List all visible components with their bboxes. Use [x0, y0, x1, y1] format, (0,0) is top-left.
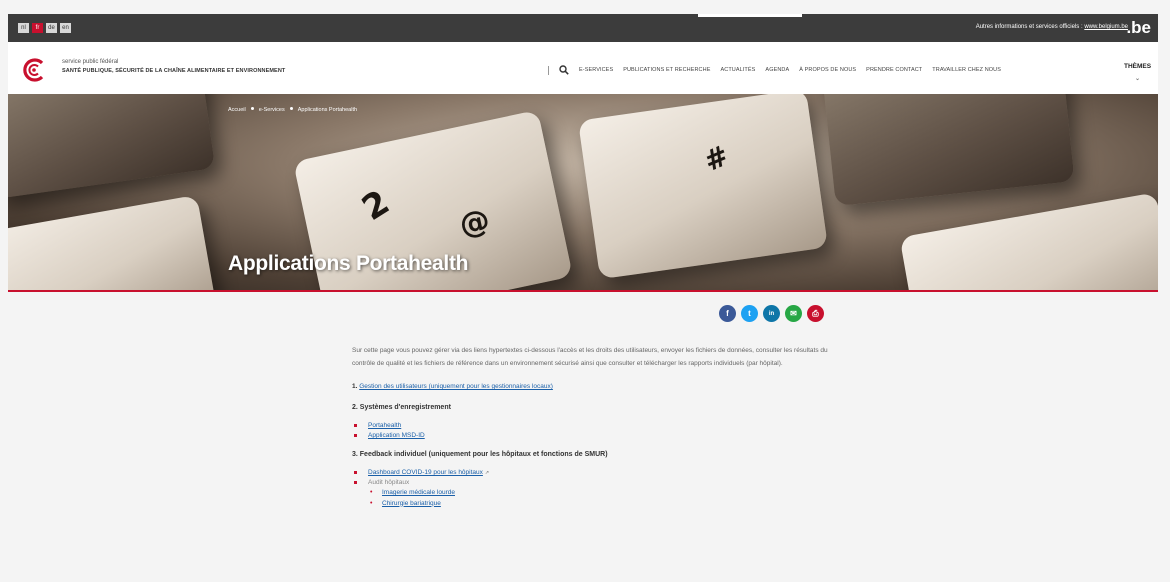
key-glyph-2: 2 [355, 182, 397, 229]
list-item: Imagerie médicale lourde [368, 488, 832, 499]
official-info-text: Autres informations et services officiel… [976, 24, 1128, 30]
keyboard-key-image [8, 194, 216, 290]
section-2-title: 2. Systèmes d'enregistrement [352, 404, 451, 411]
belgium-be-link[interactable]: www.belgium.be [1084, 24, 1128, 30]
nav-agenda[interactable]: AGENDA [765, 67, 789, 73]
top-tab-indicator [698, 14, 802, 17]
hero-divider [8, 290, 1158, 292]
linkedin-icon[interactable]: in [763, 305, 780, 322]
portahealth-link[interactable]: Portahealth [368, 422, 401, 429]
nav-travailler[interactable]: TRAVAILLER CHEZ NOUS [932, 67, 1001, 73]
msd-id-link[interactable]: Application MSD-ID [368, 432, 425, 439]
key-glyph-at: @ [456, 202, 494, 244]
audit-sub-list: Imagerie médicale lourde Chirurgie baria… [368, 488, 832, 509]
email-icon[interactable]: ✉ [785, 305, 802, 322]
language-switcher: nl fr de en [18, 23, 71, 33]
search-icon[interactable] [559, 65, 569, 75]
item-1-number: 1. [352, 383, 358, 390]
keyboard-key-image [8, 94, 216, 199]
list-item: Audit hôpitaux [352, 478, 832, 488]
user-management-link[interactable]: Gestion des utilisateurs (uniquement pou… [359, 383, 553, 390]
intro-paragraph: Sur cette page vous pouvez gérer via des… [352, 347, 828, 367]
lang-nl-button[interactable]: nl [18, 23, 29, 33]
breadcrumb: Accueil e-Services Applications Portahealt… [228, 107, 357, 113]
nav-a-propos[interactable]: À PROPOS DE NOUS [799, 67, 856, 73]
imagerie-link[interactable]: Imagerie médicale lourde [382, 489, 455, 496]
item-1: 1. Gestion des utilisateurs (uniquement … [352, 383, 832, 390]
list-item: Chirurgie bariatrique [368, 499, 832, 510]
breadcrumb-eservices[interactable]: e-Services [259, 107, 285, 113]
external-link-icon: ↗ [484, 470, 490, 476]
page: nl fr de en Autres informations et servi… [0, 0, 1170, 582]
chevron-down-icon: ⌄ [1135, 76, 1141, 82]
spf-logo-icon[interactable] [22, 58, 46, 82]
section-2-list: Portahealth Application MSD-ID [352, 421, 832, 441]
org-line2: SANTÉ PUBLIQUE, SÉCURITÉ DE LA CHAÎNE AL… [62, 68, 286, 74]
facebook-icon[interactable]: f [719, 305, 736, 322]
section-3-title: 3. Feedback individuel (uniquement pour … [352, 451, 608, 458]
key-glyph-hash: # [699, 138, 734, 179]
breadcrumb-separator [250, 107, 254, 110]
lang-en-button[interactable]: en [60, 23, 71, 33]
lang-fr-button[interactable]: fr [32, 23, 43, 33]
breadcrumb-home[interactable]: Accueil [228, 107, 246, 113]
twitter-icon[interactable]: t [741, 305, 758, 322]
main-nav: E-SERVICES PUBLICATIONS ET RECHERCHE ACT… [548, 65, 1001, 75]
list-item: Dashboard COVID-19 pour les hôpitaux ↗ [352, 468, 832, 478]
print-icon[interactable]: ⎙ [807, 305, 824, 322]
list-item: Portahealth [352, 421, 832, 431]
official-info-label: Autres informations et services officiel… [975, 24, 1085, 30]
page-title: Applications Portahealth [228, 252, 469, 275]
organisation-name[interactable]: service public fédéral SANTÉ PUBLIQUE, S… [62, 59, 285, 74]
keyboard-key-image [899, 192, 1158, 290]
federal-top-bar: nl fr de en Autres informations et servi… [8, 14, 1158, 42]
themes-label: THÈMES [1124, 63, 1152, 70]
section-3-list: Dashboard COVID-19 pour les hôpitaux ↗ Au… [352, 468, 832, 488]
org-line1: service public fédéral [62, 59, 119, 65]
covid-dashboard-link[interactable]: Dashboard COVID-19 pour les hôpitaux [368, 469, 483, 476]
main-content: Sur cette page vous pouvez gérer via des… [352, 345, 832, 509]
nav-actualites[interactable]: ACTUALITÉS [720, 67, 755, 73]
keyboard-key-hash-image: # [577, 94, 829, 280]
nav-publications[interactable]: PUBLICATIONS ET RECHERCHE [623, 67, 710, 73]
breadcrumb-current: Applications Portahealth [297, 107, 358, 113]
nav-e-services[interactable]: E-SERVICES [579, 67, 613, 73]
keyboard-key-image [821, 94, 1075, 207]
nav-contact[interactable]: PRENDRE CONTACT [866, 67, 922, 73]
themes-menu-button[interactable]: THÈMES ⌄ [1124, 63, 1151, 82]
audit-hopitaux-label: Audit hôpitaux [368, 479, 410, 486]
hero-banner: 2 @ # Accueil e-Services Applications Port… [8, 94, 1158, 290]
breadcrumb-separator [289, 107, 293, 110]
be-logo[interactable]: .be [1126, 19, 1151, 37]
share-bar: f t in ✉ ⎙ [719, 305, 824, 322]
lang-de-button[interactable]: de [46, 23, 57, 33]
chirurgie-link[interactable]: Chirurgie bariatrique [382, 500, 441, 507]
list-item: Application MSD-ID [352, 431, 832, 441]
nav-divider [548, 65, 549, 75]
site-header: service public fédéral SANTÉ PUBLIQUE, S… [8, 42, 1158, 94]
